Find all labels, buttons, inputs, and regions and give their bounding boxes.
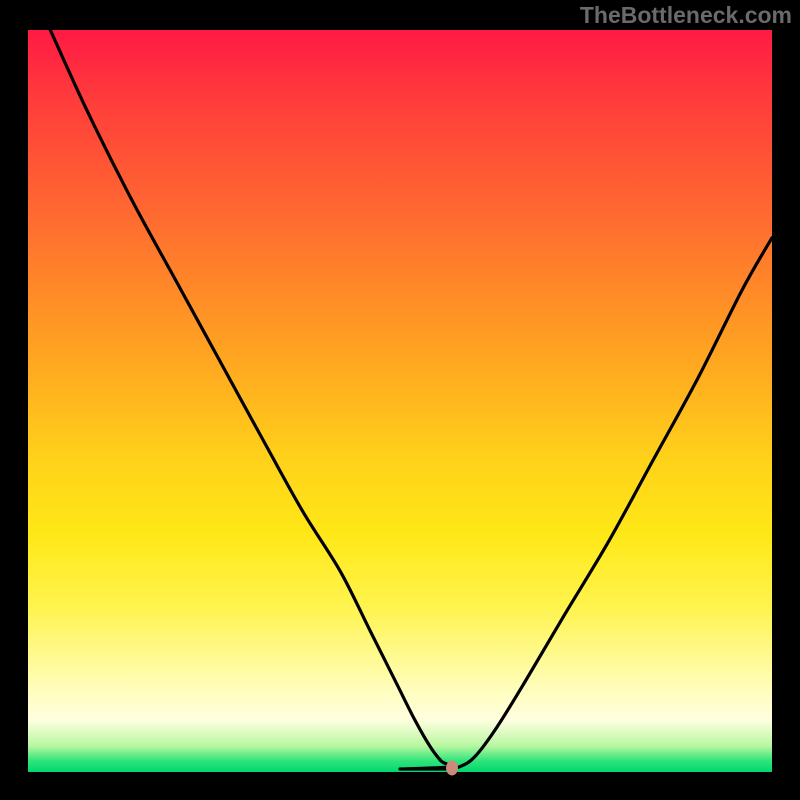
curve-svg bbox=[28, 30, 772, 772]
chart-container: TheBottleneck.com bbox=[0, 0, 800, 800]
optimum-marker bbox=[446, 760, 458, 775]
plot-area bbox=[28, 30, 772, 772]
bottleneck-curve bbox=[50, 30, 772, 769]
watermark-text: TheBottleneck.com bbox=[580, 2, 792, 29]
